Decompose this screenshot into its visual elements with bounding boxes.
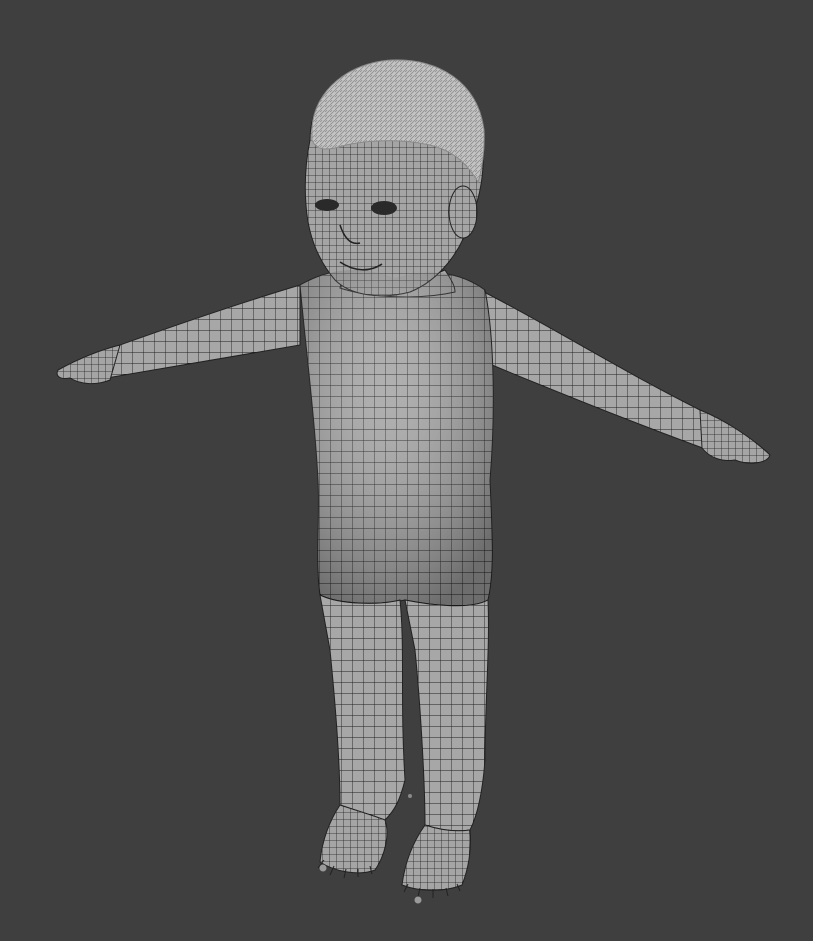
shading-overlay <box>300 269 494 606</box>
character-mesh[interactable] <box>56 59 771 898</box>
marker-dot[interactable] <box>319 864 327 872</box>
viewport-canvas[interactable] <box>0 0 813 941</box>
right-hand[interactable] <box>699 409 771 464</box>
left-leg[interactable] <box>319 594 406 821</box>
right-foot[interactable] <box>401 824 471 891</box>
right-eye <box>371 201 397 215</box>
left-hand[interactable] <box>56 344 121 385</box>
left-eye <box>315 199 339 211</box>
marker-dot[interactable] <box>408 794 412 798</box>
right-leg[interactable] <box>404 599 489 832</box>
3d-viewport[interactable] <box>0 0 813 941</box>
ear <box>448 185 478 239</box>
marker-dot[interactable] <box>414 896 422 904</box>
